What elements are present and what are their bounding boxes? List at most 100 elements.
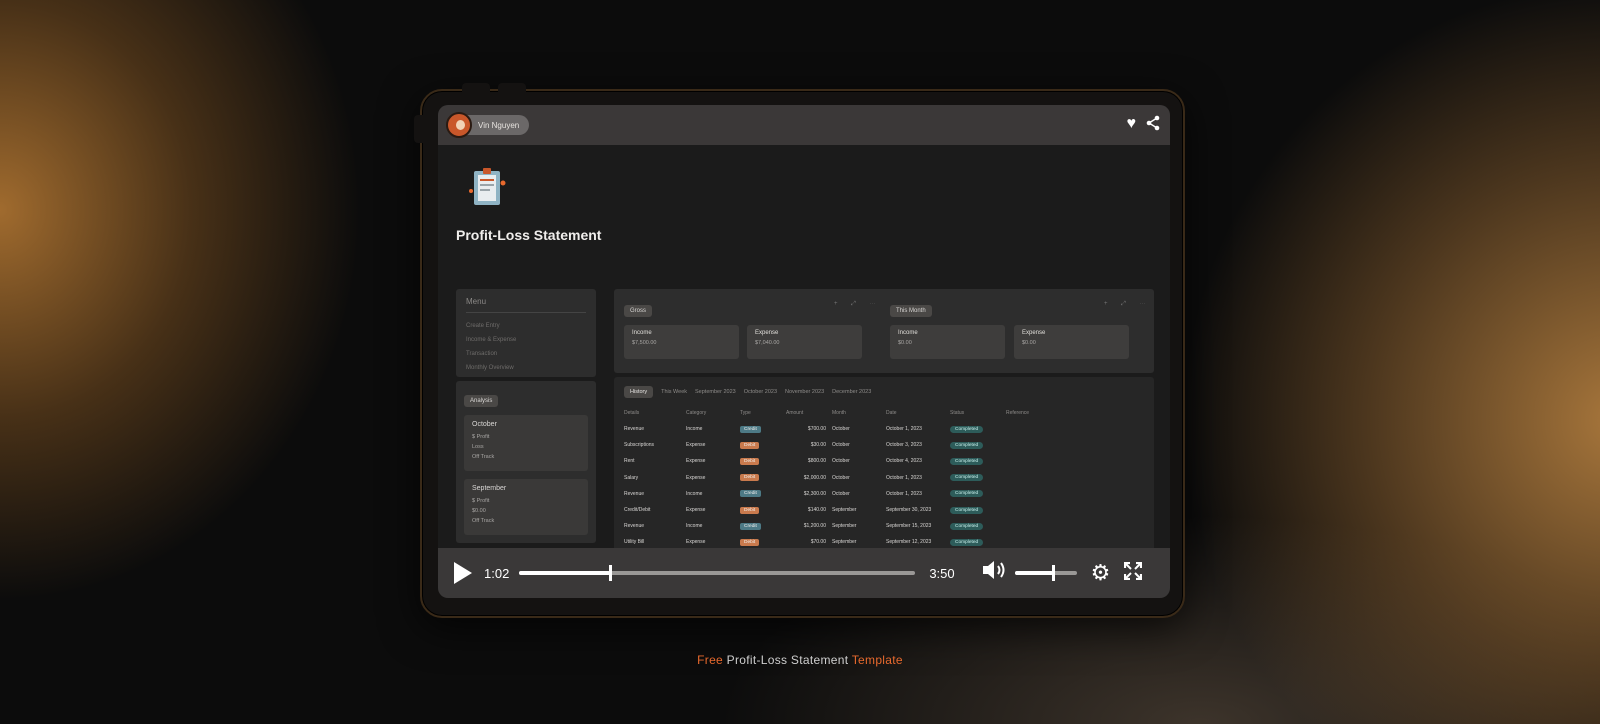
cell-reference (1006, 486, 1066, 502)
volume-fill (1014, 571, 1054, 575)
stat-card[interactable]: Income $7,500.00 (624, 325, 739, 359)
type-badge: Debit (740, 506, 760, 514)
volume-handle[interactable] (1052, 565, 1056, 581)
month-line: Off Track (472, 518, 495, 524)
type-badge: Debit (740, 538, 760, 546)
cell-status: Completed (950, 437, 1006, 453)
cell-reference (1006, 518, 1066, 534)
column-header[interactable]: Month (832, 405, 886, 421)
stat-label: Expense (755, 330, 779, 336)
stat-value: $7,040.00 (755, 340, 780, 346)
status-badge: Completed (950, 490, 984, 498)
cell-category: Expense (686, 507, 706, 514)
analysis-chip[interactable]: Analysis (464, 395, 499, 407)
tab-october-2023[interactable]: October 2023 (744, 389, 777, 395)
heart-icon[interactable]: ♥ (1127, 115, 1137, 136)
cell-type: Debit (740, 470, 786, 486)
cell-details: Revenue (624, 490, 645, 497)
month-line: $ Profit (472, 498, 490, 504)
transactions-table: Details Category Type Amount Month Date … (624, 405, 1066, 567)
table-row[interactable]: Rent Expense Debit $800.00 October October 4,… (624, 453, 1066, 469)
cell-month: October (832, 426, 850, 433)
table-row[interactable]: Revenue Income Credit $700.00 October October… (624, 421, 1066, 437)
stat-label: Expense (1022, 330, 1046, 336)
creator-chip[interactable]: Vin Nguyen (446, 112, 530, 138)
column-header[interactable]: Details (624, 405, 686, 421)
tab-november-2023[interactable]: November 2023 (785, 389, 824, 395)
cell-type: Credit (740, 421, 786, 437)
progress-fill (519, 571, 611, 575)
group-controls[interactable]: + ⤢ ⋯ (1104, 301, 1152, 308)
share-icon[interactable] (1146, 115, 1160, 136)
stat-card[interactable]: Income $0.00 (890, 325, 1005, 359)
cell-status: Completed (950, 518, 1006, 534)
fullscreen-icon[interactable] (1124, 561, 1143, 585)
cell-amount: $2,300.00 (803, 490, 826, 497)
month-name: October (472, 421, 497, 428)
table-row[interactable]: Subscriptions Expense Debit $30.00 October Oc… (624, 437, 1066, 453)
progress-handle[interactable] (609, 565, 613, 581)
cell-date: October 4, 2023 (886, 458, 922, 465)
month-card-october[interactable]: October $ Profit Loss Off Track (464, 415, 588, 471)
cell-date: September 15, 2023 (886, 523, 932, 530)
video-screen[interactable]: Vin Nguyen ♥ Profit-Loss Statement Menu … (438, 105, 1170, 598)
cell-date: October 1, 2023 (886, 474, 922, 481)
current-time: 1:02 (484, 565, 510, 581)
cell-details: Rent (624, 458, 635, 465)
column-header[interactable]: Status (950, 405, 1006, 421)
table-row[interactable]: Credit/Debit Expense Debit $140.00 September… (624, 502, 1066, 518)
stat-card[interactable]: Expense $0.00 (1014, 325, 1129, 359)
cell-details: Revenue (624, 523, 645, 530)
column-header[interactable]: Type (740, 405, 786, 421)
cell-reference (1006, 453, 1066, 469)
cell-reference (1006, 470, 1066, 486)
tab-history[interactable]: History (624, 386, 654, 398)
tab-december-2023[interactable]: December 2023 (832, 389, 871, 395)
group-controls[interactable]: + ⤢ ⋯ (834, 301, 882, 308)
cell-category: Income (686, 490, 703, 497)
column-header[interactable]: Reference (1006, 405, 1066, 421)
analysis-panel: Analysis October $ Profit Loss Off Track… (456, 381, 596, 543)
play-icon[interactable] (454, 562, 472, 584)
menu-item[interactable]: Monthly Overview (466, 361, 586, 375)
volume-icon[interactable] (981, 559, 1009, 587)
caption-title: Profit-Loss Statement (723, 653, 852, 667)
progress-bar[interactable] (519, 565, 916, 581)
stat-value: $0.00 (1022, 340, 1036, 346)
cell-category: Expense (686, 442, 706, 449)
menu-item[interactable]: Income & Expense (466, 333, 586, 347)
creator-name: Vin Nguyen (478, 120, 520, 130)
status-badge: Completed (950, 441, 984, 449)
cell-month: September (832, 523, 857, 530)
tablet-button (498, 83, 526, 93)
cell-reference (1006, 421, 1066, 437)
cell-status: Completed (950, 502, 1006, 518)
stat-card[interactable]: Expense $7,040.00 (747, 325, 862, 359)
group-chip-gross[interactable]: Gross (624, 305, 653, 317)
video-controls: 1:02 3:50 ⚙ (438, 548, 1170, 598)
table-row[interactable]: Revenue Income Credit $2,300.00 October Octob… (624, 486, 1066, 502)
tab-this-week[interactable]: This Week (661, 389, 687, 395)
gear-icon[interactable]: ⚙ (1091, 560, 1111, 586)
cell-date: October 1, 2023 (886, 426, 922, 433)
cell-type: Debit (740, 453, 786, 469)
column-header[interactable]: Category (686, 405, 740, 421)
cell-month: September (832, 507, 857, 514)
group-chip-this-month[interactable]: This Month (890, 305, 932, 317)
column-header[interactable]: Amount (786, 405, 832, 421)
volume-slider[interactable] (1014, 565, 1077, 581)
cell-category: Income (686, 426, 703, 433)
caption-template: Template (851, 653, 903, 667)
status-badge: Completed (950, 457, 984, 465)
type-badge: Debit (740, 457, 760, 465)
tab-september-2023[interactable]: September 2023 (695, 389, 736, 395)
cell-status: Completed (950, 453, 1006, 469)
column-header[interactable]: Date (886, 405, 950, 421)
menu-item[interactable]: Create Entry (466, 319, 586, 333)
menu-panel: Menu Create Entry Income & Expense Trans… (456, 289, 596, 377)
month-card-september[interactable]: September $ Profit $0.00 Off Track (464, 479, 588, 535)
menu-item[interactable]: Transaction (466, 347, 586, 361)
table-row[interactable]: Salary Expense Debit $2,000.00 October Octobe… (624, 470, 1066, 486)
table-row[interactable]: Revenue Income Credit $1,200.00 September Sep… (624, 518, 1066, 534)
stat-label: Income (898, 330, 918, 336)
